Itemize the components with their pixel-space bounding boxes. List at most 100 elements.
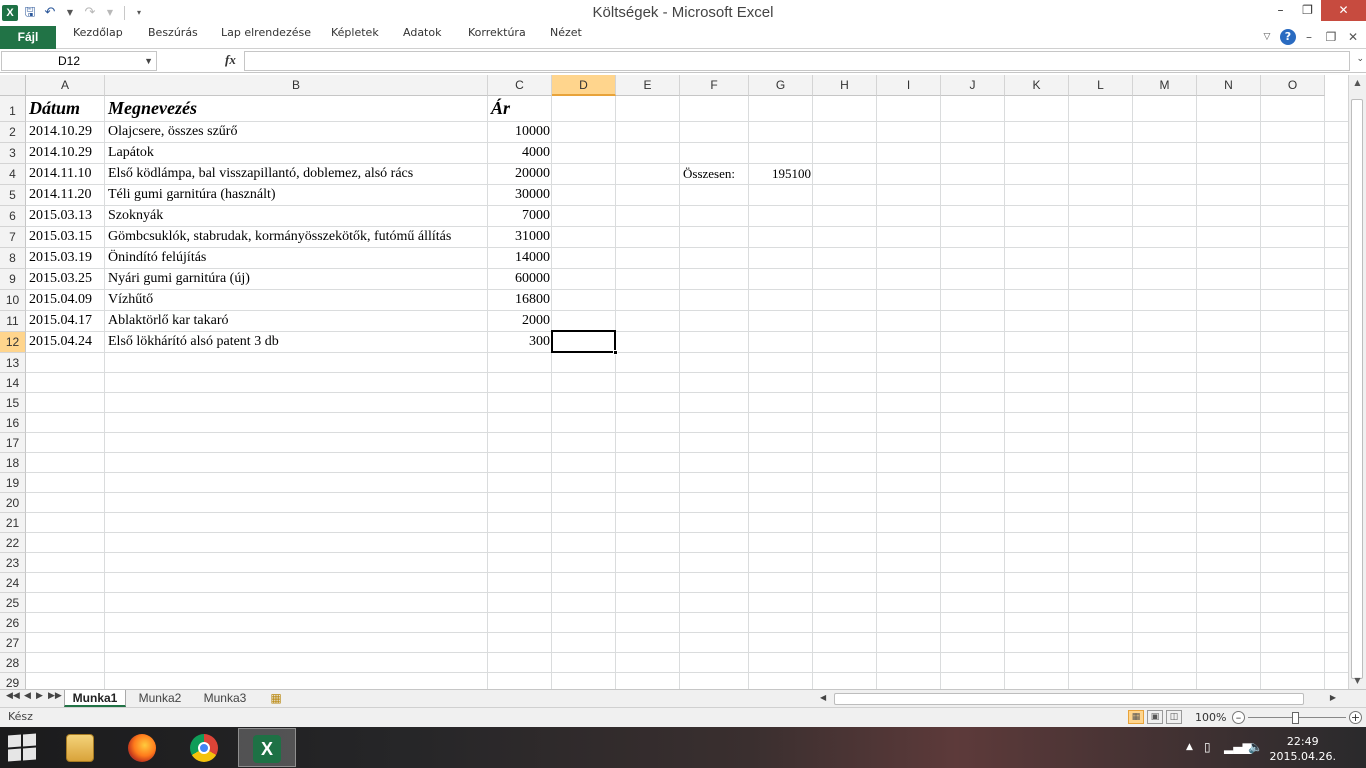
scroll-up-arrow-icon[interactable]: ▲ bbox=[1349, 75, 1366, 91]
last-sheet-icon[interactable]: ▶▶ bbox=[48, 691, 62, 701]
row-header-14[interactable]: 14 bbox=[0, 373, 26, 393]
cell-b9[interactable]: Nyári gumi garnitúra (új) bbox=[105, 269, 250, 290]
row-header-9[interactable]: 9 bbox=[0, 269, 26, 290]
sheet-tab-munka3[interactable]: Munka3 bbox=[196, 690, 254, 707]
scroll-down-arrow-icon[interactable]: ▼ bbox=[1349, 673, 1366, 689]
cell-c2[interactable]: 10000 bbox=[488, 122, 552, 143]
row-header-2[interactable]: 2 bbox=[0, 122, 26, 143]
row-header-26[interactable]: 26 bbox=[0, 613, 26, 633]
prev-sheet-icon[interactable]: ◀ bbox=[24, 691, 31, 701]
tab-data[interactable]: Adatok bbox=[403, 26, 441, 49]
row-header-12[interactable]: 12 bbox=[0, 332, 26, 353]
cell-b10[interactable]: Vízhűtő bbox=[105, 290, 153, 311]
column-header-d[interactable]: D bbox=[552, 75, 616, 96]
cell-a11[interactable]: 2015.04.17 bbox=[26, 311, 92, 332]
column-header-o[interactable]: O bbox=[1261, 75, 1325, 96]
row-header-25[interactable]: 25 bbox=[0, 593, 26, 613]
column-header-l[interactable]: L bbox=[1069, 75, 1133, 96]
zoom-out-icon[interactable]: – bbox=[1232, 711, 1245, 724]
workbook-minimize-button[interactable]: – bbox=[1300, 28, 1318, 46]
cell-c10[interactable]: 16800 bbox=[488, 290, 552, 311]
row-header-16[interactable]: 16 bbox=[0, 413, 26, 433]
cell-b1[interactable]: Megnevezés bbox=[105, 96, 197, 122]
column-header-a[interactable]: A bbox=[26, 75, 105, 96]
tab-page-layout[interactable]: Lap elrendezése bbox=[221, 26, 311, 49]
fill-handle[interactable] bbox=[613, 350, 618, 355]
workbook-restore-button[interactable]: ❐ bbox=[1322, 28, 1340, 46]
cell-c8[interactable]: 14000 bbox=[488, 248, 552, 269]
row-header-23[interactable]: 23 bbox=[0, 553, 26, 573]
cell-b7[interactable]: Gömbcsuklók, stabrudak, kormányösszekötő… bbox=[105, 227, 451, 248]
cell-c4[interactable]: 20000 bbox=[488, 164, 552, 185]
row-header-17[interactable]: 17 bbox=[0, 433, 26, 453]
cell-a9[interactable]: 2015.03.25 bbox=[26, 269, 92, 290]
cell-a3[interactable]: 2014.10.29 bbox=[26, 143, 92, 164]
column-header-c[interactable]: C bbox=[488, 75, 552, 96]
row-header-29[interactable]: 29 bbox=[0, 673, 26, 689]
cell-c3[interactable]: 4000 bbox=[488, 143, 552, 164]
sheet-tab-munka1[interactable]: Munka1 bbox=[64, 690, 126, 707]
zoom-in-icon[interactable]: + bbox=[1349, 711, 1362, 724]
restore-button[interactable]: ❐ bbox=[1294, 0, 1321, 21]
cell-b12[interactable]: Első lökhárító alsó patent 3 db bbox=[105, 332, 279, 353]
cell-a1[interactable]: Dátum bbox=[26, 96, 80, 122]
row-header-13[interactable]: 13 bbox=[0, 353, 26, 373]
column-header-j[interactable]: J bbox=[941, 75, 1005, 96]
zoom-level[interactable]: 100% bbox=[1195, 711, 1226, 724]
cell-a4[interactable]: 2014.11.10 bbox=[26, 164, 91, 185]
cell-a12[interactable]: 2015.04.24 bbox=[26, 332, 92, 353]
active-cell-selection[interactable] bbox=[551, 330, 618, 355]
column-header-f[interactable]: F bbox=[680, 75, 749, 96]
zoom-slider[interactable]: – + bbox=[1232, 710, 1362, 726]
column-header-b[interactable]: B bbox=[105, 75, 488, 96]
cell-b3[interactable]: Lapátok bbox=[105, 143, 154, 164]
taskbar-clock[interactable]: 22:49 2015.04.26. bbox=[1270, 734, 1336, 764]
tab-review[interactable]: Korrektúra bbox=[468, 26, 526, 49]
row-header-20[interactable]: 20 bbox=[0, 493, 26, 513]
windows-start-icon[interactable] bbox=[8, 733, 38, 762]
battery-icon[interactable]: ▯ bbox=[1204, 740, 1211, 754]
sheet-tab-munka2[interactable]: Munka2 bbox=[131, 690, 189, 707]
row-header-3[interactable]: 3 bbox=[0, 143, 26, 164]
cell-a2[interactable]: 2014.10.29 bbox=[26, 122, 92, 143]
vertical-scroll-thumb[interactable] bbox=[1351, 99, 1363, 679]
excel-taskbar-icon[interactable]: X bbox=[238, 728, 296, 767]
horizontal-scroll-thumb[interactable] bbox=[834, 693, 1304, 705]
row-header-4[interactable]: 4 bbox=[0, 164, 26, 185]
insert-function-icon[interactable]: fx bbox=[225, 52, 236, 68]
close-button[interactable]: ✕ bbox=[1321, 0, 1366, 21]
horizontal-scrollbar[interactable]: ◀ ▶ bbox=[818, 692, 1338, 706]
row-header-27[interactable]: 27 bbox=[0, 633, 26, 653]
cell-b8[interactable]: Önindító felújítás bbox=[105, 248, 206, 269]
chrome-icon[interactable] bbox=[176, 728, 234, 767]
cell-b6[interactable]: Szoknyák bbox=[105, 206, 163, 227]
cell-b11[interactable]: Ablaktörlő kar takaró bbox=[105, 311, 229, 332]
cell-c1[interactable]: Ár bbox=[488, 96, 510, 122]
firefox-icon[interactable] bbox=[114, 728, 172, 767]
minimize-ribbon-icon[interactable]: ▽ bbox=[1258, 28, 1276, 46]
column-header-g[interactable]: G bbox=[749, 75, 813, 96]
row-header-19[interactable]: 19 bbox=[0, 473, 26, 493]
next-sheet-icon[interactable]: ▶ bbox=[36, 691, 43, 701]
row-header-10[interactable]: 10 bbox=[0, 290, 26, 311]
scroll-right-arrow-icon[interactable]: ▶ bbox=[1330, 693, 1336, 702]
row-header-8[interactable]: 8 bbox=[0, 248, 26, 269]
row-header-5[interactable]: 5 bbox=[0, 185, 26, 206]
workbook-close-button[interactable]: ✕ bbox=[1344, 28, 1362, 46]
cell-b4[interactable]: Első ködlámpa, bal visszapillantó, doble… bbox=[105, 164, 413, 185]
show-hidden-icons-icon[interactable]: ▲ bbox=[1186, 742, 1193, 752]
name-box[interactable]: D12 ▼ bbox=[1, 51, 157, 71]
row-header-24[interactable]: 24 bbox=[0, 573, 26, 593]
column-header-i[interactable]: I bbox=[877, 75, 941, 96]
vertical-scrollbar[interactable]: ▲ ▼ bbox=[1348, 75, 1366, 689]
page-break-view-icon[interactable]: ◫ bbox=[1166, 710, 1182, 724]
row-header-15[interactable]: 15 bbox=[0, 393, 26, 413]
cell-g4[interactable]: 195100 bbox=[749, 164, 813, 185]
cell-a6[interactable]: 2015.03.13 bbox=[26, 206, 92, 227]
help-icon[interactable]: ? bbox=[1280, 29, 1296, 45]
row-header-21[interactable]: 21 bbox=[0, 513, 26, 533]
row-header-11[interactable]: 11 bbox=[0, 311, 26, 332]
cell-c9[interactable]: 60000 bbox=[488, 269, 552, 290]
cell-c12[interactable]: 300 bbox=[488, 332, 552, 353]
first-sheet-icon[interactable]: ◀◀ bbox=[6, 691, 20, 701]
